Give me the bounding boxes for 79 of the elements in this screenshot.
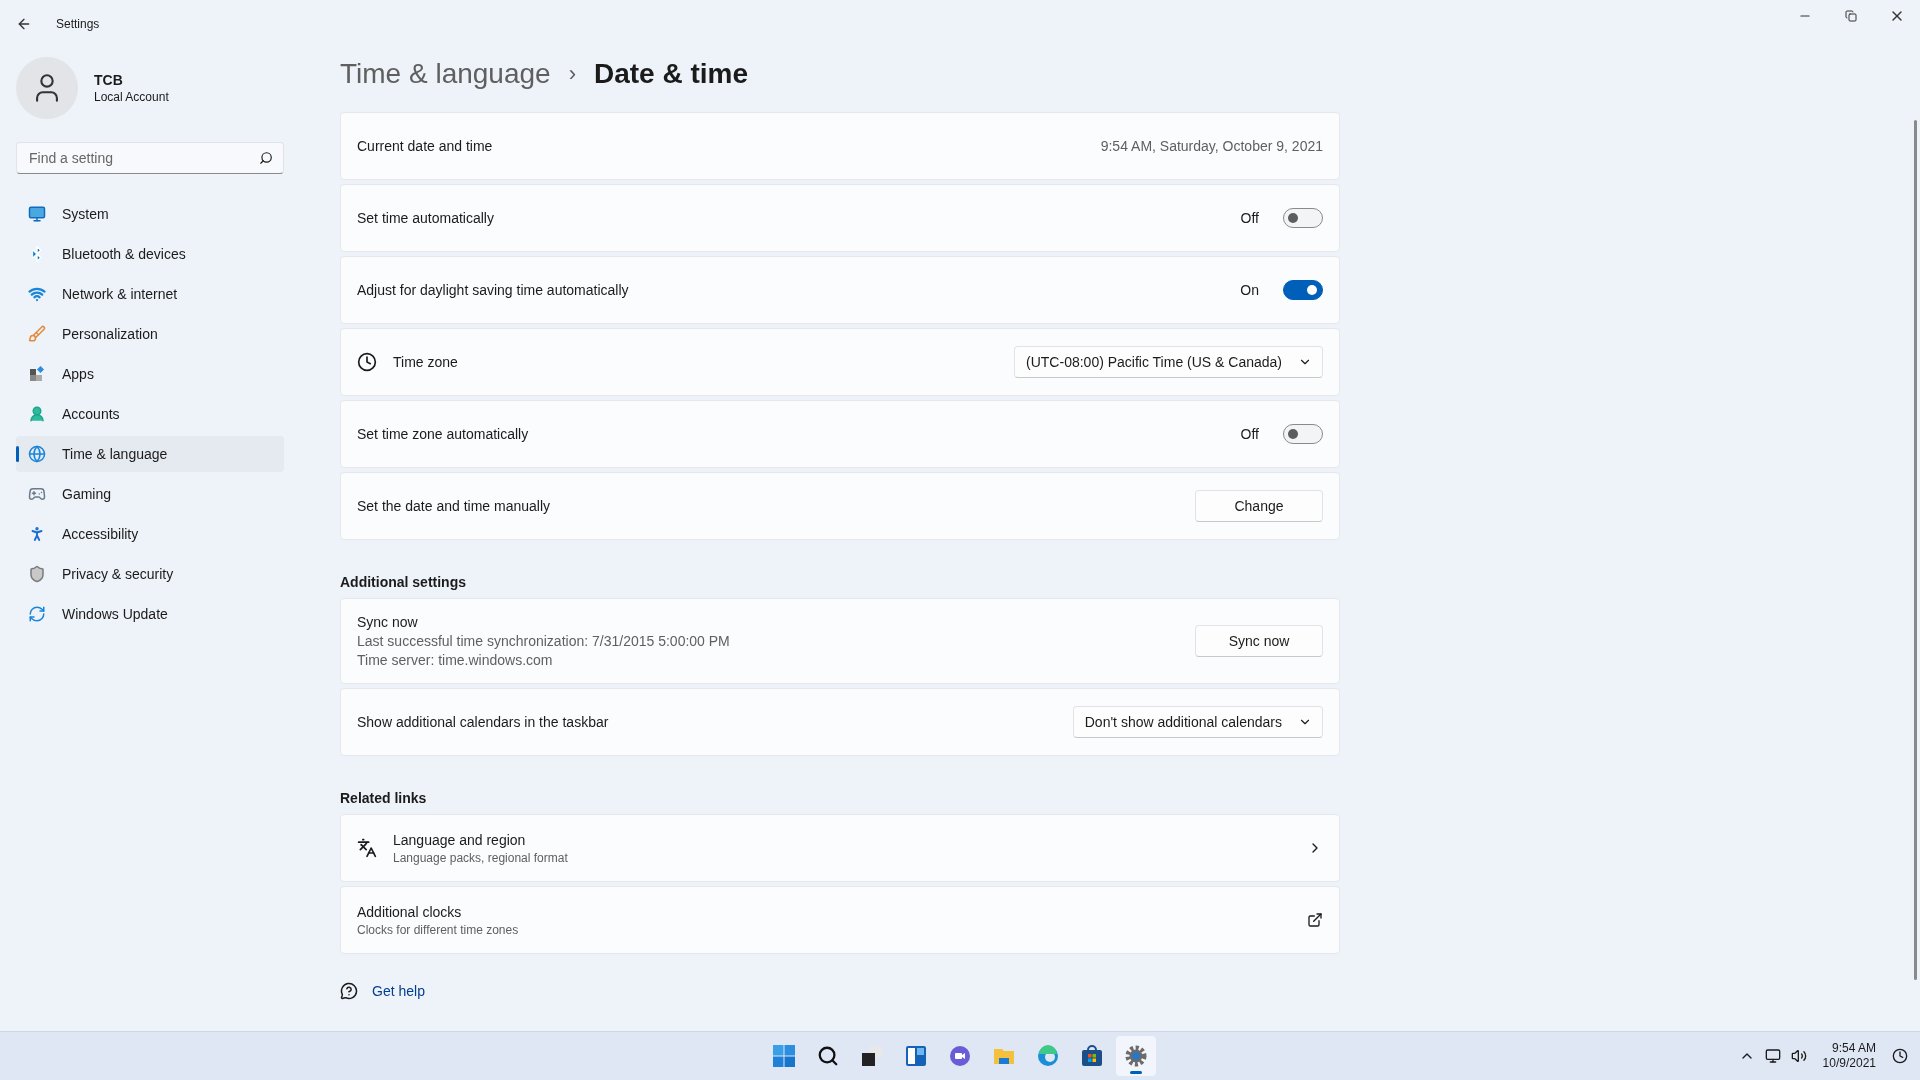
setting-label: Show additional calendars in the taskbar bbox=[357, 714, 609, 730]
chat-icon bbox=[948, 1044, 972, 1068]
clock-date: 10/9/2021 bbox=[1822, 1056, 1876, 1071]
back-icon[interactable] bbox=[16, 16, 32, 32]
nav-item[interactable]: Accessibility bbox=[16, 516, 284, 552]
dropdown[interactable]: (UTC-08:00) Pacific Time (US & Canada) bbox=[1014, 346, 1323, 378]
search-field[interactable]: Find a setting bbox=[16, 142, 284, 174]
setting-card[interactable]: Language and region Language packs, regional format bbox=[340, 814, 1340, 882]
sync-button[interactable]: Sync now bbox=[1195, 625, 1323, 657]
widgets-icon bbox=[904, 1044, 928, 1068]
user-name: TCB bbox=[94, 72, 124, 88]
person-icon bbox=[28, 405, 46, 423]
setting-detail: Last successful time synchronization: 7/31/2015 5:00:00 PM bbox=[357, 633, 730, 649]
setting-label: Language and region bbox=[393, 831, 527, 848]
scrollbar-thumb[interactable] bbox=[1914, 120, 1917, 980]
task-view-icon bbox=[860, 1044, 884, 1068]
toggle-state-label: On bbox=[1240, 282, 1259, 298]
nav-item[interactable]: Privacy & security bbox=[16, 556, 284, 592]
setting-label: Additional clocks bbox=[357, 903, 463, 920]
account-type: Local Account bbox=[94, 90, 169, 104]
setting-label: Current date and time bbox=[357, 138, 493, 154]
windows-logo-icon bbox=[772, 1044, 796, 1068]
nav-item[interactable]: Network & internet bbox=[16, 276, 284, 312]
setting-label: Time zone bbox=[393, 354, 458, 370]
setting-value: 9:54 AM, Saturday, October 9, 2021 bbox=[1100, 138, 1323, 154]
gear-icon bbox=[1124, 1044, 1148, 1068]
selection-indicator bbox=[16, 446, 19, 462]
setting-label: Sync now bbox=[357, 614, 419, 630]
setting-label: Set time automatically bbox=[357, 210, 494, 226]
nav-item[interactable]: System bbox=[16, 196, 284, 232]
page-title: Date & time bbox=[594, 58, 749, 90]
toggle-switch[interactable] bbox=[1283, 280, 1323, 300]
setting-label: Set the date and time manually bbox=[357, 498, 550, 514]
brush-icon bbox=[28, 325, 46, 343]
monitor-icon bbox=[28, 205, 46, 223]
nav-item[interactable]: Time & language bbox=[16, 436, 284, 472]
nav-item[interactable]: Bluetooth & devices bbox=[16, 236, 284, 272]
active-indicator bbox=[1130, 1071, 1142, 1074]
globe-icon bbox=[28, 445, 46, 463]
nav-item[interactable]: Gaming bbox=[16, 476, 284, 512]
toggle-state-label: Off bbox=[1240, 210, 1259, 226]
window-title: Settings bbox=[56, 17, 100, 31]
setting-label: Set time zone automatically bbox=[357, 426, 529, 442]
network-icon[interactable] bbox=[1764, 1048, 1781, 1064]
section-heading: Additional settings bbox=[340, 574, 467, 590]
change-button[interactable]: Change bbox=[1195, 490, 1323, 522]
shield-icon bbox=[28, 565, 46, 583]
setting-subtitle: Language packs, regional format bbox=[393, 850, 568, 865]
setting-subtitle: Clocks for different time zones bbox=[357, 922, 519, 937]
toggle-switch[interactable] bbox=[1283, 208, 1323, 228]
search-input[interactable]: Find a setting bbox=[27, 149, 259, 167]
breadcrumb-separator: › bbox=[568, 61, 576, 87]
taskbar-clock[interactable]: 9:54 AM 10/9/2021 bbox=[1822, 1041, 1876, 1071]
section-heading: Related links bbox=[340, 790, 428, 806]
setting-label: Adjust for daylight saving time automatically bbox=[357, 282, 629, 298]
nav-item[interactable]: Windows Update bbox=[16, 596, 284, 632]
external-link-icon bbox=[1307, 912, 1323, 928]
language-icon bbox=[357, 838, 377, 858]
store-icon bbox=[1080, 1044, 1104, 1068]
gamepad-icon bbox=[28, 485, 46, 503]
breadcrumb-link[interactable]: Time & language bbox=[340, 58, 551, 90]
nav-item[interactable]: Accounts bbox=[16, 396, 284, 432]
search-icon bbox=[817, 1045, 839, 1067]
apps-icon bbox=[28, 365, 46, 383]
setting-card[interactable]: Additional clocks Clocks for different time zones bbox=[340, 886, 1340, 954]
update-icon bbox=[28, 605, 46, 623]
volume-icon[interactable] bbox=[1790, 1048, 1807, 1064]
get-help-link[interactable]: Get help bbox=[372, 983, 425, 999]
search-icon bbox=[259, 151, 273, 165]
wifi-icon bbox=[28, 285, 46, 303]
setting-detail: Time server: time.windows.com bbox=[357, 652, 554, 668]
clock-time: 9:54 AM bbox=[1831, 1041, 1876, 1056]
dropdown[interactable]: Don't show additional calendars bbox=[1072, 706, 1323, 738]
browser-icon bbox=[1036, 1044, 1060, 1068]
nav-item[interactable]: Personalization bbox=[16, 316, 284, 352]
nav-item[interactable]: Apps bbox=[16, 356, 284, 392]
help-icon bbox=[340, 982, 358, 1000]
toggle-state-label: Off bbox=[1240, 426, 1259, 442]
toggle-switch[interactable] bbox=[1283, 424, 1323, 444]
